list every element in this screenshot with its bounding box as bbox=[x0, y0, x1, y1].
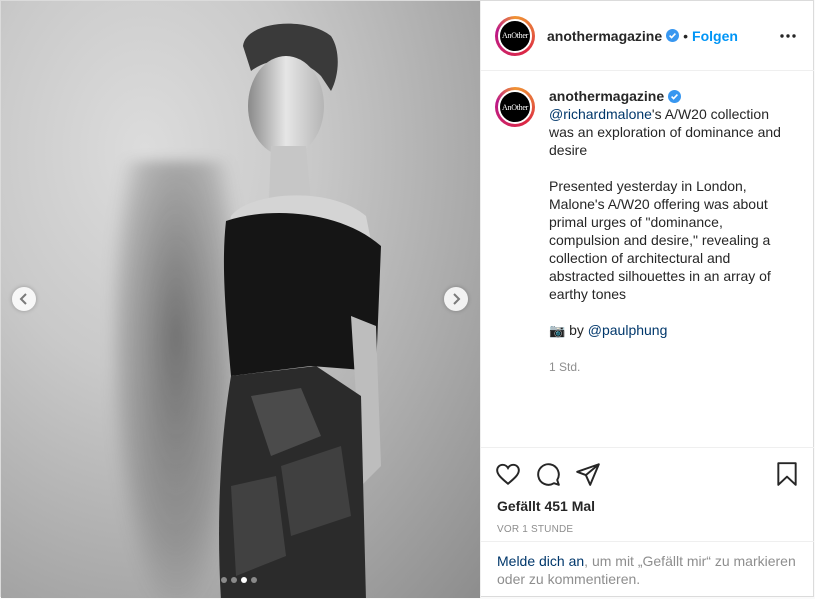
post-photo[interactable] bbox=[1, 1, 480, 598]
carousel-dot bbox=[231, 577, 237, 583]
share-icon[interactable] bbox=[575, 461, 601, 487]
verified-badge-icon bbox=[668, 89, 682, 103]
login-link[interactable]: Melde dich an bbox=[497, 553, 584, 569]
heart-icon[interactable] bbox=[495, 461, 521, 487]
carousel-prev-button[interactable] bbox=[12, 287, 36, 311]
likes-count[interactable]: Gefällt 451 Mal bbox=[481, 488, 814, 514]
chevron-left-icon bbox=[19, 293, 27, 305]
bookmark-icon[interactable] bbox=[774, 461, 800, 487]
carousel-dots bbox=[221, 577, 257, 583]
comments-area: AnOther anothermagazine @richardmalone's… bbox=[481, 71, 814, 447]
actions-section: Gefällt 451 Mal VOR 1 STUNDE bbox=[481, 447, 814, 535]
caption-time[interactable]: 1 Std. bbox=[549, 358, 789, 376]
more-options-button[interactable] bbox=[776, 24, 800, 48]
model-figure bbox=[219, 23, 381, 598]
verified-badge-icon bbox=[666, 29, 680, 42]
post-sidebar: AnOther anothermagazine • Folgen AnOther bbox=[480, 1, 814, 598]
action-bar bbox=[481, 448, 814, 488]
carousel-dot bbox=[251, 577, 257, 583]
caption-body: Presented yesterday in London, Malone's … bbox=[549, 178, 771, 302]
follow-button[interactable]: Folgen bbox=[692, 28, 738, 44]
username-link[interactable]: anothermagazine bbox=[547, 28, 662, 44]
post-card: AnOther anothermagazine • Folgen AnOther bbox=[0, 0, 814, 598]
camera-icon: 📷 bbox=[549, 323, 566, 338]
caption-text: anothermagazine @richardmalone's A/W20 c… bbox=[549, 87, 789, 376]
photo-credit: 📷 by @paulphung bbox=[549, 321, 789, 340]
comment-icon[interactable] bbox=[535, 461, 561, 487]
caption-comment: AnOther anothermagazine @richardmalone's… bbox=[495, 87, 800, 376]
credit-mention-link[interactable]: @paulphung bbox=[588, 322, 668, 338]
caption-avatar[interactable]: AnOther bbox=[495, 87, 535, 127]
avatar-logo: AnOther bbox=[498, 90, 532, 124]
carousel-dot bbox=[241, 577, 247, 583]
chevron-right-icon bbox=[453, 293, 461, 305]
carousel-dot bbox=[221, 577, 227, 583]
separator-dot: • bbox=[683, 27, 689, 44]
more-options-icon bbox=[780, 33, 796, 38]
avatar[interactable]: AnOther bbox=[495, 15, 535, 56]
avatar-logo: AnOther bbox=[498, 18, 532, 53]
mention-link[interactable]: @richardmalone bbox=[549, 106, 652, 122]
login-prompt: Melde dich an, um mit „Gefällt mir“ zu m… bbox=[481, 541, 814, 598]
caption-username[interactable]: anothermagazine bbox=[549, 87, 682, 105]
post-header: AnOther anothermagazine • Folgen bbox=[481, 1, 814, 71]
credit-prefix: by bbox=[569, 322, 584, 338]
carousel-next-button[interactable] bbox=[444, 287, 468, 311]
post-timestamp[interactable]: VOR 1 STUNDE bbox=[481, 514, 814, 535]
caption-username-text: anothermagazine bbox=[549, 88, 665, 104]
